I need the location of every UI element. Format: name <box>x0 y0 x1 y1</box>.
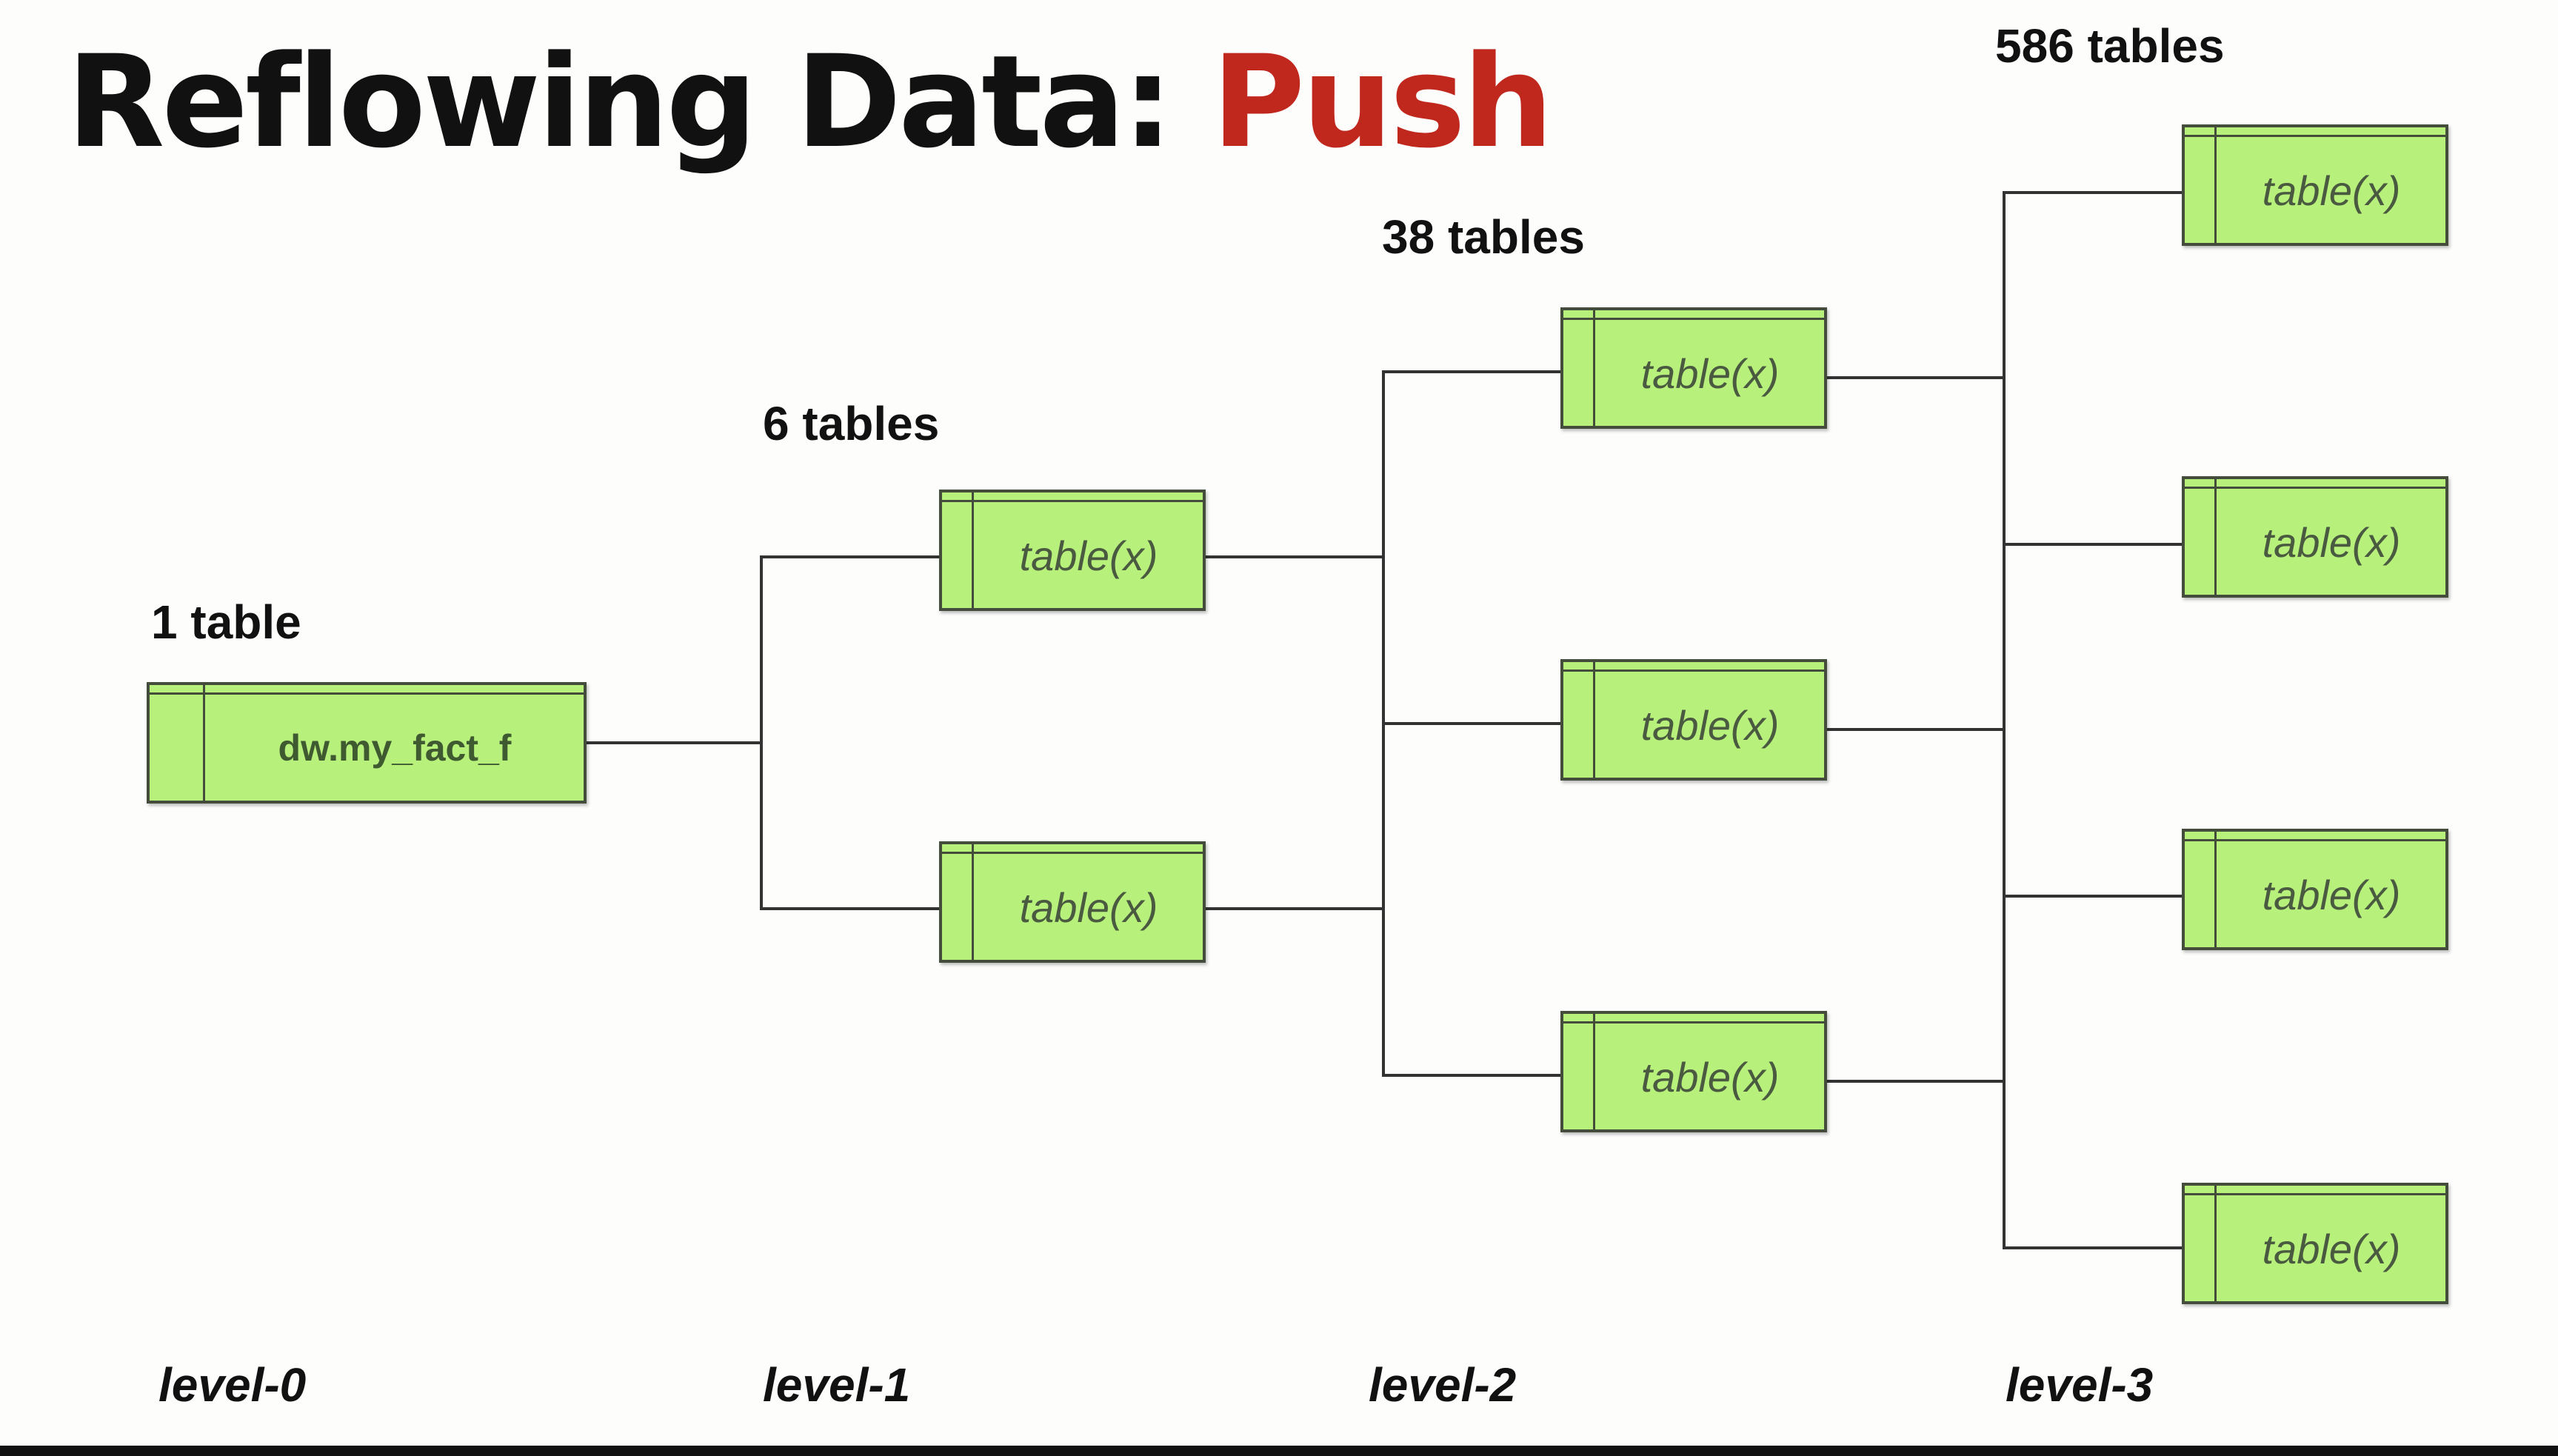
table-node-label: table(x) <box>2262 871 2401 918</box>
count-level-3: 586 tables <box>1995 19 2225 73</box>
table-node-level-2[interactable]: table(x) <box>1560 659 1827 781</box>
level-label-3: level-3 <box>2006 1358 2154 1412</box>
table-node-level-2[interactable]: table(x) <box>1560 307 1827 429</box>
table-node-level-1[interactable]: table(x) <box>939 490 1206 611</box>
level-label-2: level-2 <box>1369 1358 1517 1412</box>
table-node-root[interactable]: dw.my_fact_f <box>147 682 587 804</box>
level-label-0: level-0 <box>158 1358 307 1412</box>
table-node-label: dw.my_fact_f <box>278 727 512 769</box>
table-node-level-3[interactable]: table(x) <box>2182 1183 2448 1304</box>
table-node-level-1[interactable]: table(x) <box>939 841 1206 963</box>
table-node-label: table(x) <box>1640 1053 1780 1101</box>
table-node-label: table(x) <box>2262 1225 2401 1272</box>
table-node-level-2[interactable]: table(x) <box>1560 1011 1827 1132</box>
table-node-label: table(x) <box>2262 518 2401 566</box>
table-node-label: table(x) <box>1019 884 1158 931</box>
level-label-1: level-1 <box>763 1358 911 1412</box>
table-node-label: table(x) <box>1640 350 1780 397</box>
bottom-border-bar <box>0 1446 2558 1456</box>
table-node-label: table(x) <box>2262 167 2401 214</box>
count-level-1: 6 tables <box>763 397 940 450</box>
count-level-0: 1 table <box>151 595 301 649</box>
table-node-level-3[interactable]: table(x) <box>2182 476 2448 598</box>
table-node-label: table(x) <box>1640 701 1780 749</box>
table-node-level-3[interactable]: table(x) <box>2182 829 2448 950</box>
table-node-label: table(x) <box>1019 532 1158 579</box>
count-level-2: 38 tables <box>1382 210 1585 264</box>
table-node-level-3[interactable]: table(x) <box>2182 124 2448 246</box>
